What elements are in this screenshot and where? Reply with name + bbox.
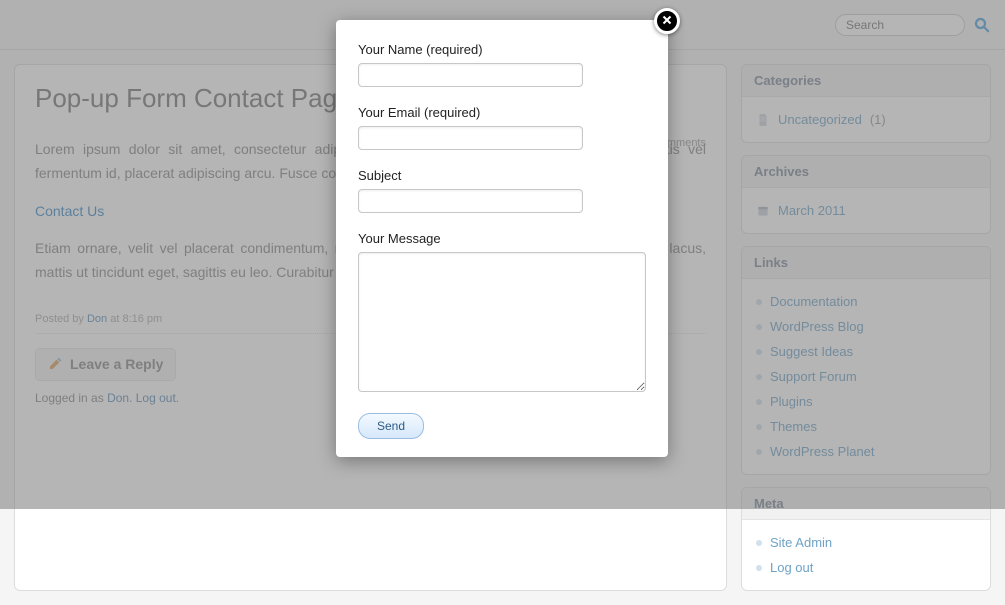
email-label: Your Email (required) — [358, 105, 646, 120]
bullet-icon — [756, 565, 762, 571]
bullet-icon — [756, 540, 762, 546]
message-textarea[interactable] — [358, 252, 646, 392]
message-label: Your Message — [358, 231, 646, 246]
name-label: Your Name (required) — [358, 42, 646, 57]
close-button[interactable] — [654, 8, 680, 34]
meta-item[interactable]: Site Admin — [754, 530, 978, 555]
subject-label: Subject — [358, 168, 646, 183]
email-input[interactable] — [358, 126, 583, 150]
contact-modal: Your Name (required) Your Email (require… — [336, 20, 668, 457]
close-icon — [661, 14, 673, 29]
subject-input[interactable] — [358, 189, 583, 213]
send-button[interactable]: Send — [358, 413, 424, 439]
meta-item[interactable]: Log out — [754, 555, 978, 580]
name-input[interactable] — [358, 63, 583, 87]
